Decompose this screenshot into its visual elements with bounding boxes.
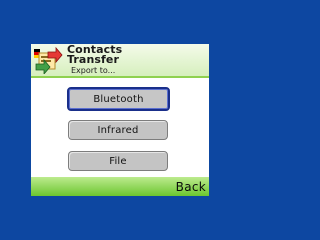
app-title: Contacts Transfer (67, 44, 207, 66)
back-softkey[interactable]: Back (176, 180, 206, 194)
app-header: Contacts Transfer Export to... (31, 44, 209, 76)
phone-screen: Contacts Transfer Export to... Bluetooth… (31, 44, 209, 196)
export-menu: Bluetooth Infrared File (31, 78, 209, 177)
app-title-line2: Transfer (67, 53, 119, 66)
softkey-bar: Back (31, 177, 209, 196)
bluetooth-button[interactable]: Bluetooth (67, 87, 170, 111)
contacts-transfer-logo-icon (34, 46, 63, 74)
file-button[interactable]: File (68, 151, 168, 171)
infrared-button[interactable]: Infrared (68, 120, 168, 140)
screen-subtitle: Export to... (71, 66, 116, 75)
